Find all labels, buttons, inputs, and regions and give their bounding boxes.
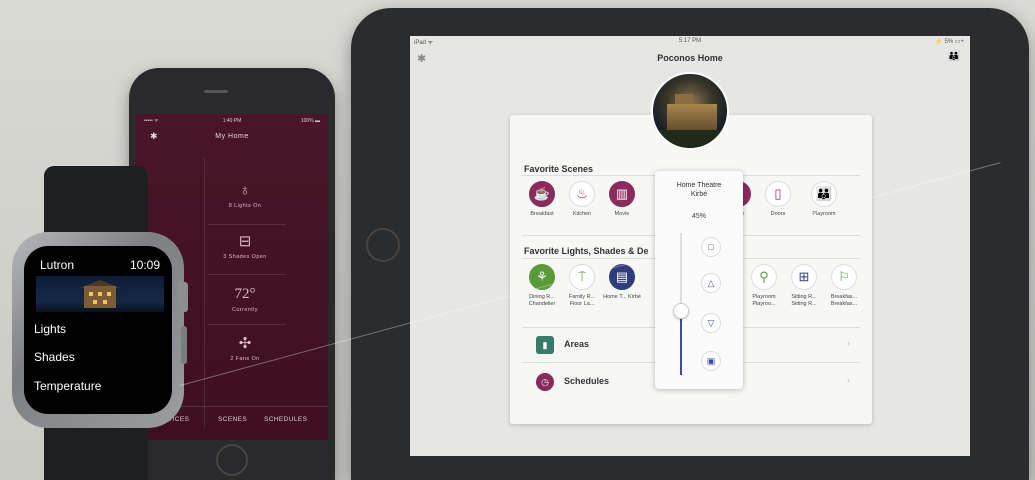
scene-doors-button[interactable]: ▯ Doors	[758, 181, 798, 218]
scene-breakfast-button[interactable]: ☕ Breakfast	[522, 181, 562, 218]
popup-title-line1: Home Theatre	[676, 182, 722, 189]
device-label: Playroom Playroo...	[752, 294, 776, 307]
divider	[208, 324, 286, 325]
fan-icon: ✣	[238, 335, 252, 352]
watch-screen: Lutron 10:09 Lights Shades Temperature	[24, 246, 172, 414]
coffee-icon: ☕	[529, 181, 555, 207]
open-full-button[interactable]: □	[701, 237, 721, 257]
lights-on-stat[interactable]: ♁ 8 Lights On	[202, 182, 288, 209]
favorite-scenes-title: Favorite Scenes	[524, 164, 594, 174]
device-label: Sitting R... Sitting R...	[791, 294, 817, 307]
favorite-devices-title: Favorite Lights, Shades & De	[524, 246, 649, 256]
tab-schedules[interactable]: SCHEDULES	[264, 416, 307, 423]
device-button[interactable]: ⚲ Playroom Playroo...	[744, 264, 784, 308]
popcorn-icon: ▥	[609, 181, 635, 207]
lights-on-label: 8 Lights On	[228, 203, 262, 209]
iphone-home-button[interactable]	[216, 444, 248, 476]
temperature-stat[interactable]: 72° Currently	[202, 286, 288, 313]
scene-movie-button[interactable]: ▥ Movie	[602, 181, 642, 218]
popup-title: Home Theatre Kirbé	[655, 181, 743, 199]
fans-on-stat[interactable]: ✣ 2 Fans On	[202, 334, 288, 362]
level-readout: 45%	[691, 213, 706, 220]
pendant-icon: ⚲	[751, 264, 777, 290]
watch-side-button[interactable]	[181, 326, 187, 364]
areas-label: Areas	[564, 339, 590, 349]
menu-item-shades[interactable]: Shades	[34, 350, 75, 364]
clock-icon: ◷	[536, 373, 554, 391]
level-slider-fill	[680, 311, 682, 375]
chevron-right-icon: ›	[847, 338, 850, 348]
window-icon: ⊞	[791, 264, 817, 290]
page-title: Poconos Home	[657, 53, 723, 63]
temperature-label: Currently	[232, 307, 258, 313]
raise-button[interactable]: △	[701, 273, 721, 293]
home-photo	[651, 72, 729, 150]
device-label: Breakfas... Breakfas...	[830, 294, 858, 307]
iphone-status-time: 1:40 PM	[222, 118, 242, 124]
scene-label: Kitchen	[572, 211, 592, 217]
shade-icon: ⊟	[238, 233, 252, 250]
menu-item-lights[interactable]: Lights	[34, 322, 66, 336]
iphone-status-battery: 100% ▬	[300, 118, 320, 124]
chevron-right-icon: ›	[847, 375, 850, 385]
level-slider-thumb[interactable]	[673, 303, 689, 320]
lightbulb-icon: ♁	[239, 182, 251, 199]
device-label: Family R... Floor La...	[568, 294, 596, 307]
device-button[interactable]: ⍑ Family R... Floor La...	[562, 264, 602, 308]
scene-label: Movie	[614, 211, 630, 217]
lamp-icon: ⚐	[831, 264, 857, 290]
iphone-speaker	[204, 90, 228, 93]
iphone-title: My Home	[215, 133, 249, 140]
popup-title-line2: Kirbé	[690, 191, 708, 198]
ipad-screen: iPad ᯤ 5:17 PM ⚡ 5% ▭+ ✱ Poconos Home 👪 …	[410, 36, 970, 456]
menu-item-temperature[interactable]: Temperature	[34, 379, 101, 393]
ipad-home-button[interactable]	[366, 228, 400, 262]
device-button[interactable]: ⊞ Sitting R... Sitting R...	[784, 264, 824, 308]
device-label: Home T... Kirbé	[603, 294, 641, 300]
ipad-status-time: 5:17 PM	[678, 38, 702, 44]
level-popup: Home Theatre Kirbé 45% □ △ ▽ ▣	[655, 171, 743, 389]
temperature-value: 72°	[234, 286, 256, 302]
people-icon: 👪	[811, 181, 837, 207]
device-label: Dining R... Chandelier	[528, 294, 556, 307]
scene-label: Breakfast	[530, 211, 554, 217]
pot-icon: ♨	[569, 181, 595, 207]
watch-time: 10:09	[129, 258, 160, 272]
home-photo	[36, 276, 164, 312]
people-icon[interactable]: 👪	[948, 51, 960, 62]
watch-band-bottom	[44, 422, 148, 480]
close-full-button[interactable]: ▣	[701, 351, 721, 371]
divider	[208, 224, 286, 225]
schedules-label: Schedules	[564, 376, 610, 386]
shades-open-label: 3 Shades Open	[223, 254, 267, 260]
watch-app-title: Lutron	[40, 258, 75, 272]
ipad-status-battery: ⚡ 5% ▭+	[935, 39, 964, 45]
areas-icon: ▮	[536, 336, 554, 354]
lower-button[interactable]: ▽	[701, 313, 721, 333]
digital-crown[interactable]	[178, 282, 188, 312]
divider	[208, 274, 286, 275]
tab-scenes[interactable]: SCENES	[218, 416, 247, 423]
shades-open-stat[interactable]: ⊟ 3 Shades Open	[202, 232, 288, 260]
device-button[interactable]: ⚐ Breakfas... Breakfas...	[824, 264, 864, 308]
scene-kitchen-button[interactable]: ♨ Kitchen	[562, 181, 602, 218]
scene-playroom-button[interactable]: 👪 Playroom	[804, 181, 844, 218]
door-icon: ▯	[765, 181, 791, 207]
scene-label: Doors	[770, 211, 786, 217]
